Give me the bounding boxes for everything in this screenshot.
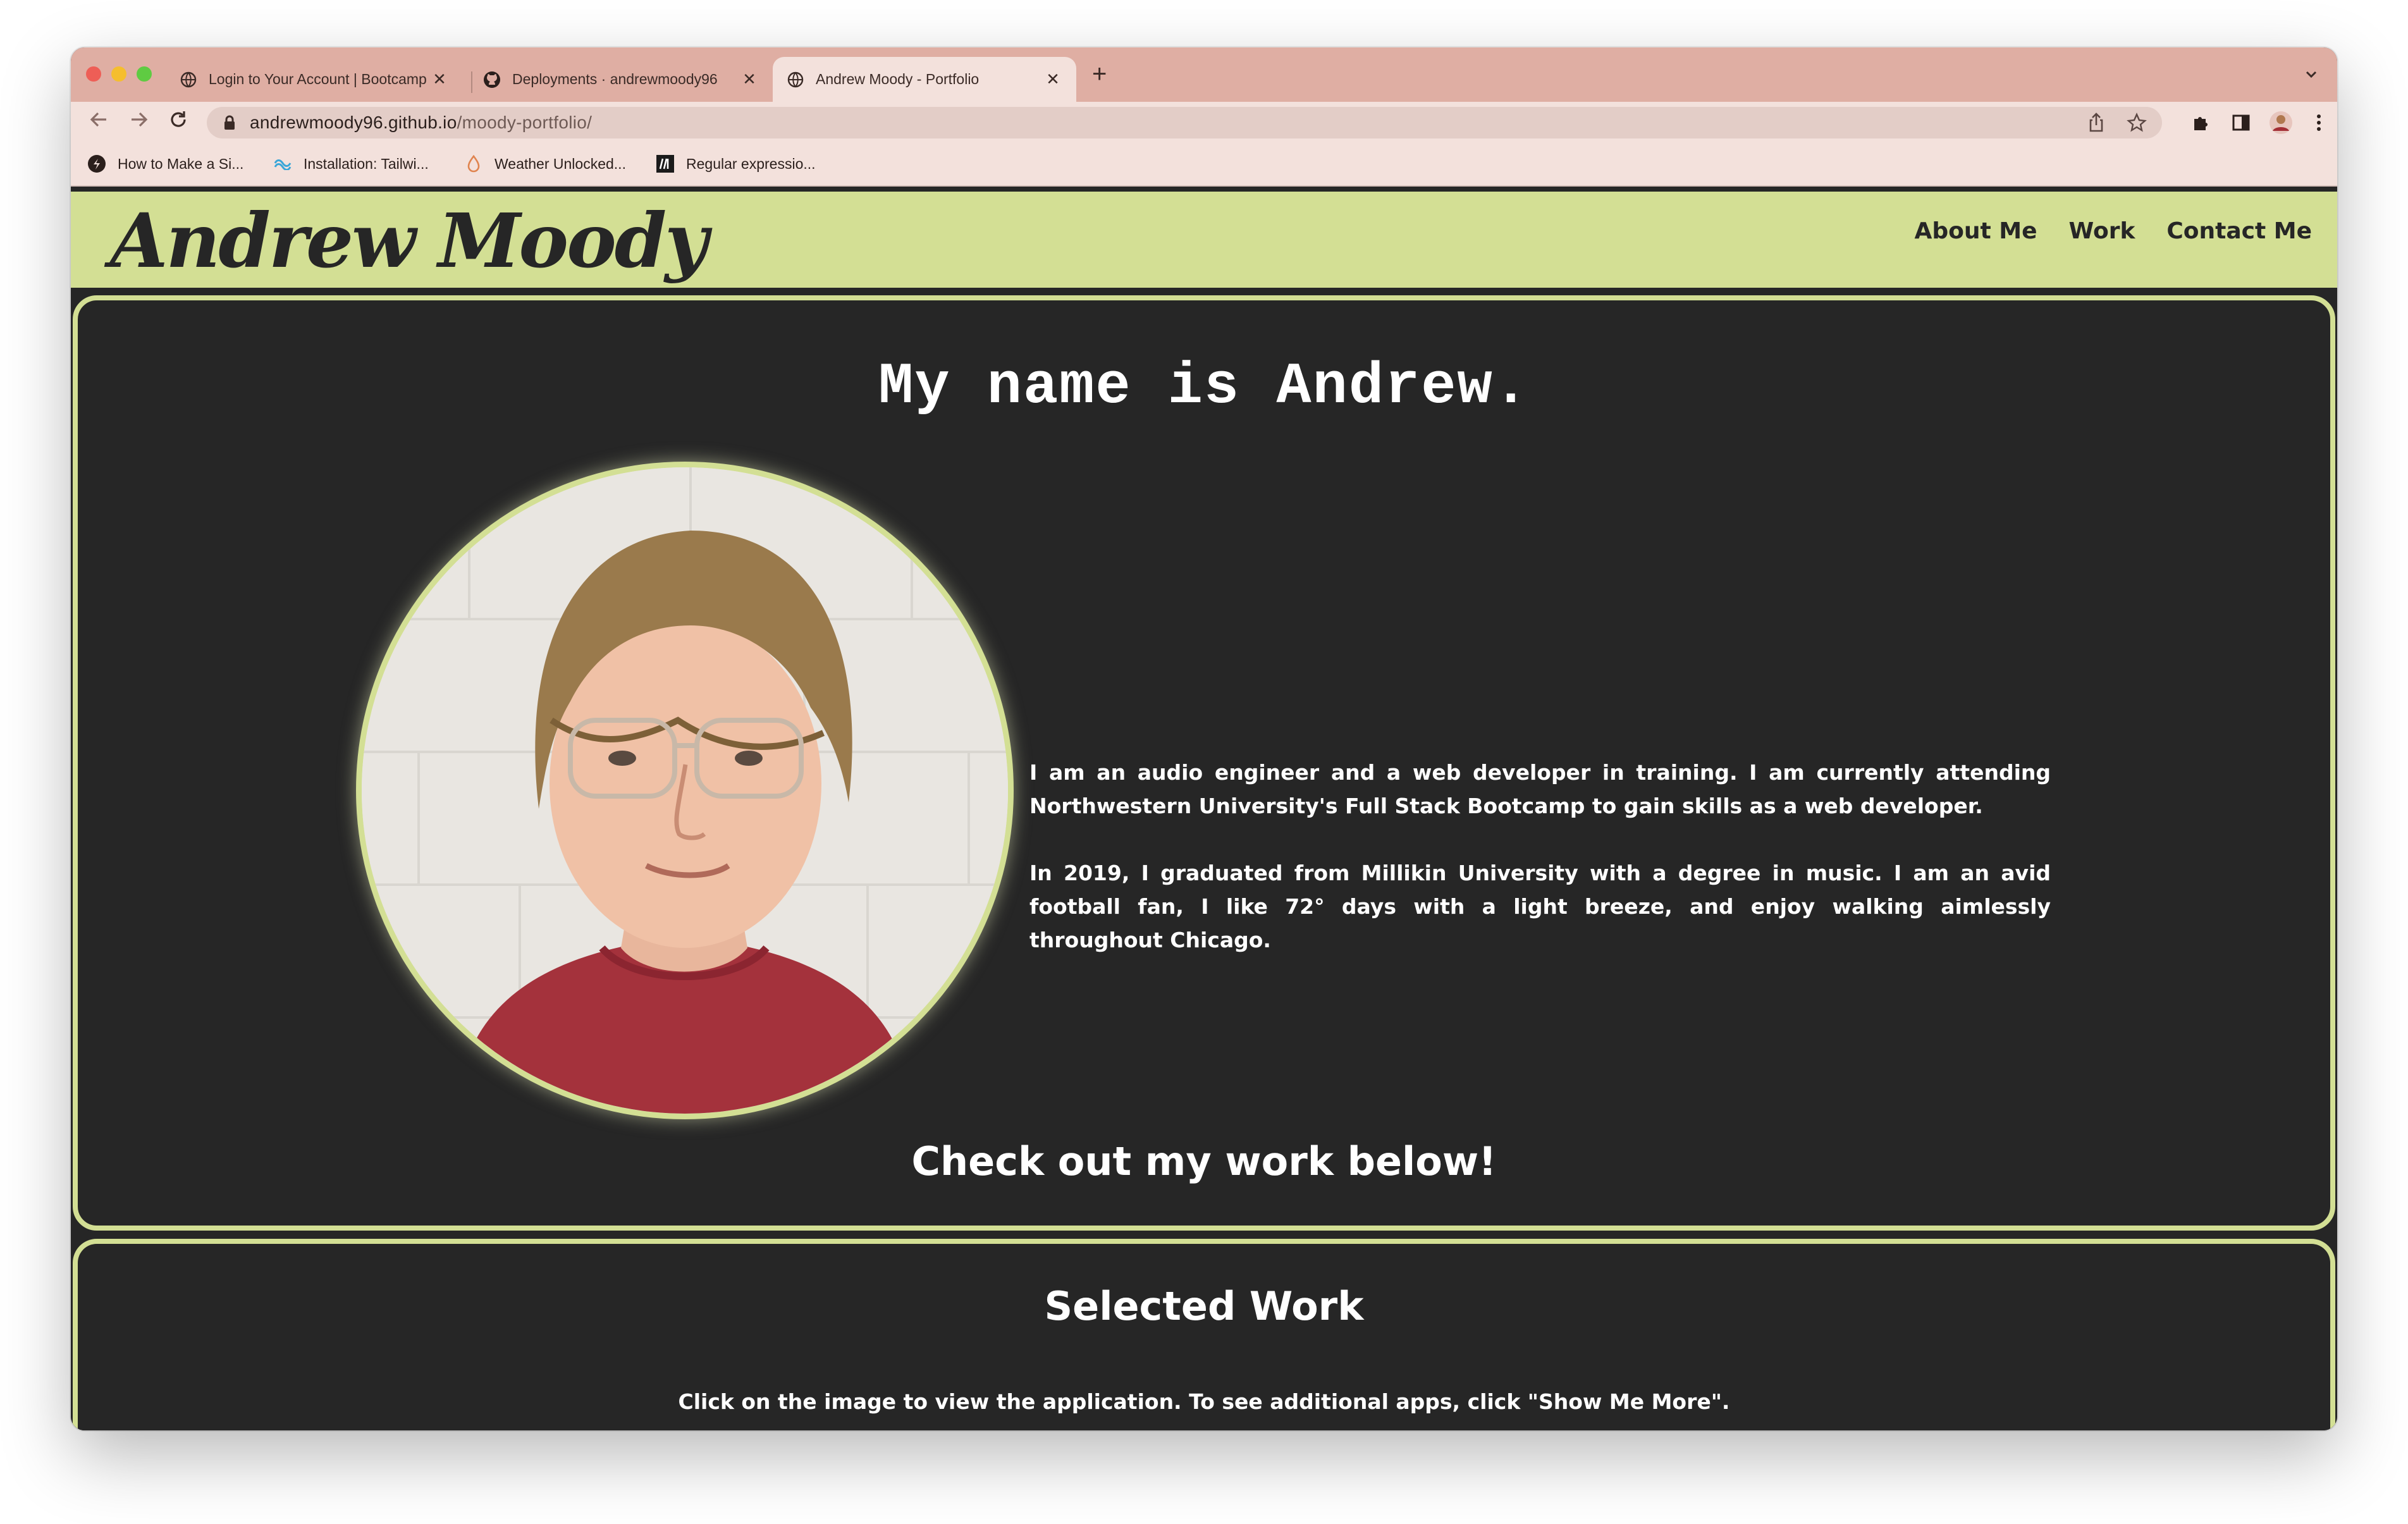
bookmark-favicon-icon: [87, 154, 106, 173]
tab-github-deployments[interactable]: Deployments · andrewmoody96 ✕: [469, 57, 773, 102]
url-path: /moody-portfolio/: [457, 113, 593, 132]
page-top-border: [71, 187, 2337, 192]
bookmark-label: How to Make a Si...: [118, 155, 244, 172]
tab-bar: Login to Your Account | Bootcamp ✕ Deplo…: [71, 47, 2337, 102]
bio-paragraph: I am an audio engineer and a web develop…: [1029, 760, 2051, 818]
close-tab-icon[interactable]: ✕: [430, 70, 449, 89]
nav-link-work[interactable]: Work: [2069, 218, 2135, 244]
weather-icon: [464, 154, 483, 173]
nav-link-contact-me[interactable]: Contact Me: [2166, 218, 2312, 244]
side-panel-icon[interactable]: [2227, 108, 2256, 137]
bookmark-label: Weather Unlocked...: [494, 155, 626, 172]
work-cta-heading: Check out my work below!: [911, 1138, 1497, 1184]
tab-search-chevron-icon[interactable]: [2303, 66, 2319, 87]
minimize-window-button[interactable]: [111, 66, 126, 82]
site-logo[interactable]: Andrew Moody: [110, 203, 708, 279]
browser-window: Login to Your Account | Bootcamp ✕ Deplo…: [71, 47, 2337, 1430]
selected-work-section: Selected Work Click on the image to view…: [73, 1239, 2335, 1430]
bio-paragraph: In 2019, I graduated from Millikin Unive…: [1029, 861, 2051, 952]
extensions-puzzle-icon[interactable]: [2186, 108, 2215, 137]
back-button[interactable]: [87, 108, 110, 138]
bookmarks-bar: How to Make a Si... Installation: Tailwi…: [71, 144, 2337, 187]
forward-button[interactable]: [128, 108, 150, 138]
close-tab-icon[interactable]: ✕: [1043, 70, 1062, 89]
browser-menu-icon[interactable]: [2304, 108, 2333, 137]
close-window-button[interactable]: [86, 66, 101, 82]
bookmark-label: Installation: Tailwi...: [304, 155, 429, 172]
url-text[interactable]: andrewmoody96.github.io/moody-portfolio/: [250, 113, 592, 133]
globe-icon: [787, 71, 804, 89]
tab-title: Login to Your Account | Bootcamp: [209, 71, 427, 87]
tab-title: Deployments · andrewmoody96: [512, 71, 718, 87]
new-tab-button[interactable]: +: [1092, 61, 1107, 87]
about-heading: My name is Andrew.: [878, 353, 1530, 420]
lock-icon[interactable]: [223, 115, 236, 130]
maximize-window-button[interactable]: [137, 66, 152, 82]
tab-title: Andrew Moody - Portfolio: [816, 71, 980, 87]
bookmark-star-icon[interactable]: [2122, 108, 2151, 137]
site-header: Andrew Moody About Me Work Contact Me: [71, 192, 2337, 288]
tab-andrew-moody-portfolio[interactable]: Andrew Moody - Portfolio ✕: [773, 57, 1076, 102]
bookmark-item[interactable]: Weather Unlocked...: [464, 154, 626, 173]
about-section: My name is Andrew. I am an audio enginee…: [73, 295, 2335, 1231]
share-icon[interactable]: [2082, 108, 2111, 137]
site-nav: About Me Work Contact Me: [1915, 218, 2312, 244]
selected-work-heading: Selected Work: [1044, 1283, 1364, 1329]
globe-icon: [180, 71, 197, 89]
selected-work-description: Click on the image to view the applicati…: [678, 1389, 1730, 1414]
bookmark-item[interactable]: How to Make a Si...: [87, 154, 243, 173]
browser-toolbar: andrewmoody96.github.io/moody-portfolio/: [71, 102, 2337, 144]
close-tab-icon[interactable]: ✕: [740, 70, 759, 89]
reload-button[interactable]: [167, 108, 190, 138]
bookmark-item[interactable]: Installation: Tailwi...: [273, 154, 429, 173]
tab-bootcamp-login[interactable]: Login to Your Account | Bootcamp ✕: [166, 57, 463, 102]
mdn-icon: [656, 154, 675, 173]
bookmark-label: Regular expressio...: [686, 155, 816, 172]
nav-link-about-me[interactable]: About Me: [1915, 218, 2037, 244]
bookmark-item[interactable]: Regular expressio...: [656, 154, 816, 173]
web-page: Andrew Moody About Me Work Contact Me My…: [71, 187, 2337, 1430]
profile-photo: [356, 462, 1014, 1119]
url-host: andrewmoody96.github.io: [250, 113, 457, 132]
bio-text: I am an audio engineer and a web develop…: [1029, 756, 2051, 990]
github-icon: [483, 71, 501, 89]
tailwind-icon: [273, 154, 292, 173]
profile-avatar[interactable]: [2266, 108, 2295, 137]
address-bar[interactable]: andrewmoody96.github.io/moody-portfolio/: [207, 107, 2162, 138]
